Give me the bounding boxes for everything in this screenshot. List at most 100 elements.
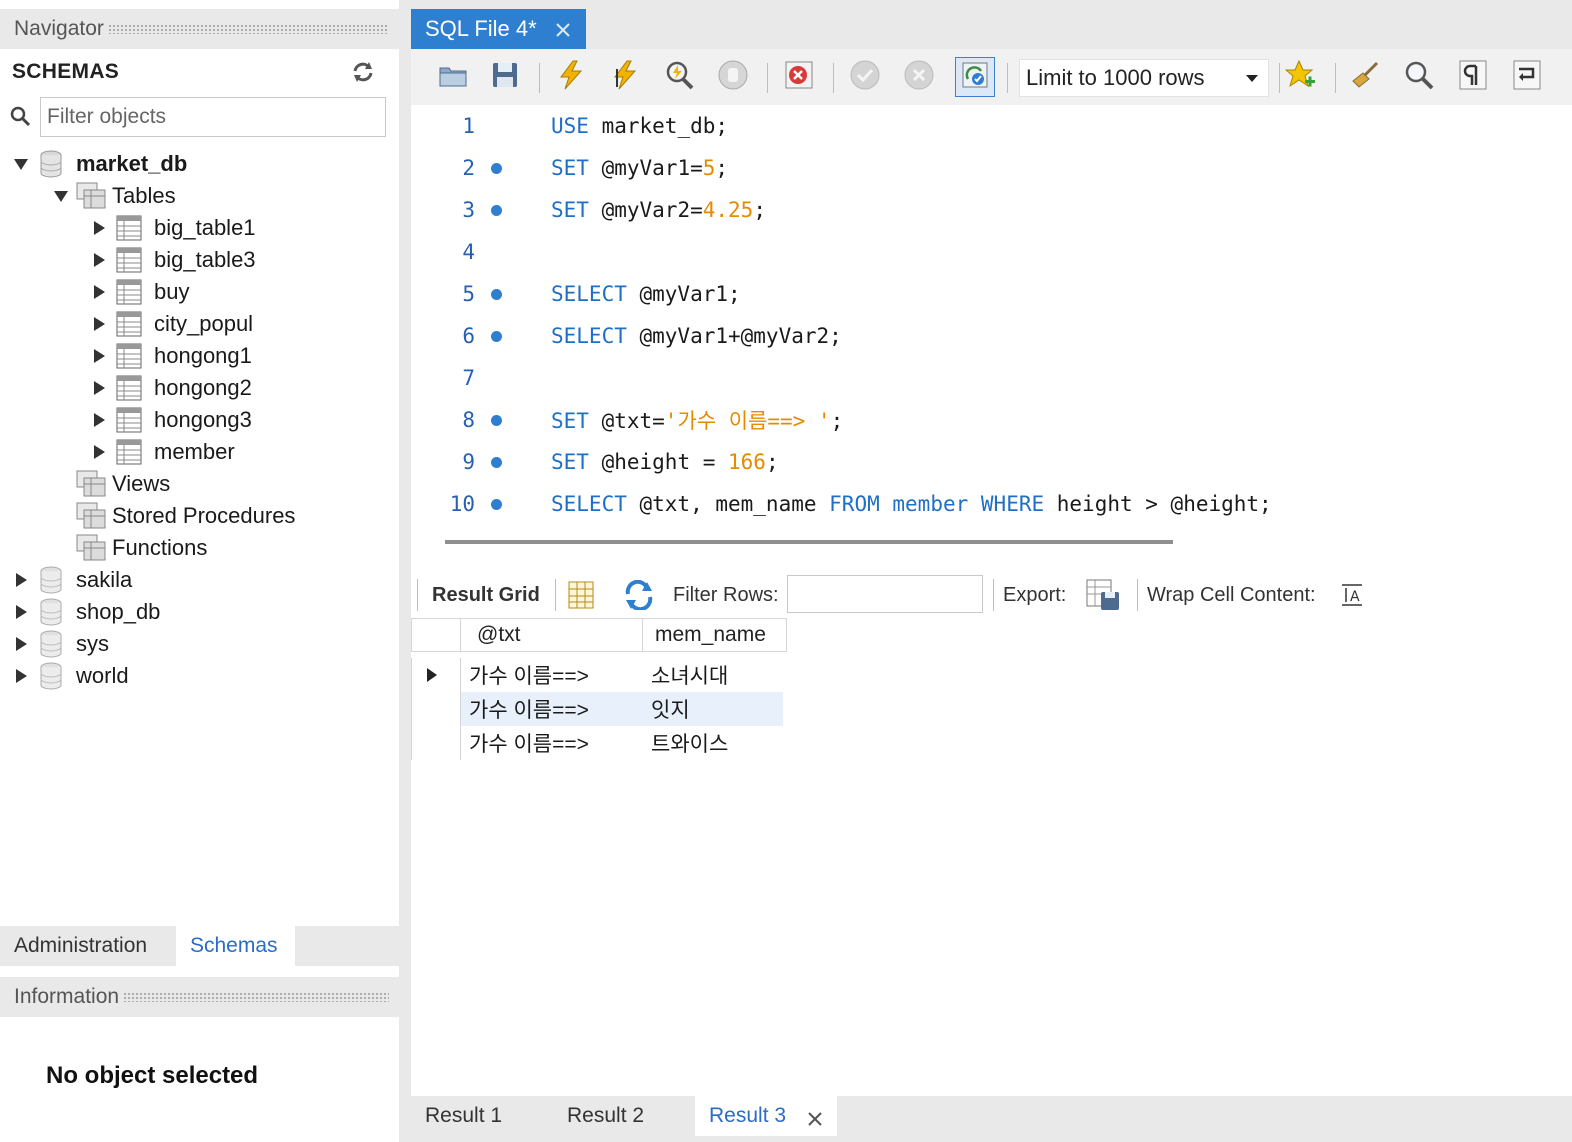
folder-icon bbox=[437, 59, 469, 96]
code-text: SELECT @txt, mem_name FROM member WHERE … bbox=[551, 492, 1272, 516]
tree-item-functions[interactable]: Functions bbox=[76, 532, 207, 564]
rollback-button[interactable] bbox=[901, 59, 937, 95]
tab-result-1[interactable]: Result 1 bbox=[411, 1096, 553, 1136]
expand-right-icon[interactable] bbox=[12, 634, 30, 654]
statement-marker-icon bbox=[491, 415, 502, 426]
lightning-cursor-icon bbox=[609, 59, 641, 96]
expand-down-icon[interactable] bbox=[52, 186, 70, 206]
add-snippet-button[interactable] bbox=[1283, 59, 1319, 95]
tree-item-table[interactable]: big_table1 bbox=[90, 212, 256, 244]
panel-splitter[interactable] bbox=[399, 0, 411, 1142]
refresh-icon[interactable] bbox=[350, 59, 376, 85]
table-row[interactable]: 가수 이름==> 잇지 bbox=[411, 692, 787, 726]
tree-item-views[interactable]: Views bbox=[76, 468, 170, 500]
table-cell[interactable]: 가수 이름==> bbox=[461, 658, 643, 692]
filter-objects-input[interactable] bbox=[40, 97, 386, 137]
expand-right-icon[interactable] bbox=[90, 346, 108, 366]
expand-right-icon[interactable] bbox=[90, 378, 108, 398]
tree-item-table[interactable]: member bbox=[90, 436, 235, 468]
invisible-chars-button[interactable] bbox=[1455, 59, 1491, 95]
tree-item-table[interactable]: buy bbox=[90, 276, 189, 308]
tab-sql-file[interactable]: SQL File 4* bbox=[411, 9, 586, 49]
column-header[interactable]: @txt bbox=[461, 618, 643, 652]
tree-item-table[interactable]: hongong1 bbox=[90, 340, 252, 372]
expand-right-icon[interactable] bbox=[90, 314, 108, 334]
save-button[interactable] bbox=[487, 59, 523, 95]
grid-view-icon[interactable] bbox=[567, 580, 595, 616]
filter-rows-input[interactable] bbox=[787, 575, 983, 613]
code-line[interactable]: 9 SET @height = 166; bbox=[411, 442, 1572, 482]
sql-editor[interactable]: 1 USE market_db; 2 SET @myVar1=5; 3 SET @myVa… bbox=[411, 105, 1572, 527]
tree-item-database[interactable]: shop_db bbox=[12, 596, 160, 628]
tree-item-table[interactable]: hongong2 bbox=[90, 372, 252, 404]
tree-item-database[interactable]: world bbox=[12, 660, 129, 692]
broom-icon bbox=[1349, 59, 1381, 96]
code-line[interactable]: 10 SELECT @txt, mem_name FROM member WHER… bbox=[411, 484, 1572, 524]
code-line[interactable]: 5 SELECT @myVar1; bbox=[411, 274, 1572, 314]
execute-statement-button[interactable] bbox=[607, 59, 643, 95]
beautify-button[interactable] bbox=[1347, 59, 1383, 95]
open-file-button[interactable] bbox=[435, 59, 471, 95]
tree-item-table[interactable]: city_popul bbox=[90, 308, 253, 340]
commit-button[interactable] bbox=[847, 59, 883, 95]
code-line[interactable]: 2 SET @myVar1=5; bbox=[411, 148, 1572, 188]
stop-button[interactable] bbox=[715, 59, 751, 95]
table-cell[interactable]: 소녀시대 bbox=[643, 658, 787, 692]
editor-horizontal-scrollbar[interactable] bbox=[445, 540, 1173, 544]
tree-item-table[interactable]: big_table3 bbox=[90, 244, 256, 276]
table-cell[interactable]: 가수 이름==> bbox=[461, 692, 643, 726]
table-row[interactable]: 가수 이름==> 소녀시대 bbox=[411, 658, 787, 692]
code-line[interactable]: 3 SET @myVar2=4.25; bbox=[411, 190, 1572, 230]
close-icon[interactable] bbox=[554, 19, 572, 37]
wrap-lines-button[interactable] bbox=[1509, 59, 1545, 95]
sql-literal: 5 bbox=[702, 156, 716, 180]
code-line[interactable]: 8 SET @txt='가수 이름==> '; bbox=[411, 400, 1572, 440]
expand-right-icon[interactable] bbox=[90, 218, 108, 238]
find-button[interactable] bbox=[1401, 59, 1437, 95]
expand-right-icon[interactable] bbox=[90, 442, 108, 462]
sql-text: @height = bbox=[588, 450, 729, 474]
row-selector[interactable] bbox=[411, 658, 461, 692]
expand-right-icon[interactable] bbox=[12, 666, 30, 686]
table-row[interactable]: 가수 이름==> 트와이스 bbox=[411, 726, 787, 760]
line-number: 10 bbox=[449, 492, 475, 516]
tree-item-database[interactable]: sys bbox=[12, 628, 109, 660]
tab-administration[interactable]: Administration bbox=[0, 926, 161, 966]
toolbar-separator bbox=[833, 63, 834, 93]
refresh-icon[interactable] bbox=[623, 579, 655, 616]
autocommit-toggle-button[interactable] bbox=[955, 57, 995, 97]
tree-item-database[interactable]: sakila bbox=[12, 564, 132, 596]
table-cell[interactable]: 트와이스 bbox=[643, 726, 787, 760]
code-line[interactable]: 4 bbox=[411, 232, 1572, 272]
tree-item-market-db[interactable]: market_db bbox=[12, 148, 187, 180]
wrap-text-icon[interactable]: A bbox=[1339, 582, 1365, 614]
table-cell[interactable]: 잇지 bbox=[643, 692, 783, 726]
tree-item-table[interactable]: hongong3 bbox=[90, 404, 252, 436]
tab-result-2[interactable]: Result 2 bbox=[553, 1096, 695, 1136]
toggle-error-button[interactable] bbox=[781, 59, 817, 95]
tab-result-3[interactable]: Result 3 bbox=[695, 1096, 837, 1136]
expand-right-icon[interactable] bbox=[12, 570, 30, 590]
expand-right-icon[interactable] bbox=[90, 250, 108, 270]
column-header[interactable]: mem_name bbox=[643, 618, 787, 652]
expand-down-icon[interactable] bbox=[12, 154, 30, 174]
export-icon[interactable] bbox=[1085, 578, 1121, 618]
result-grid-tab[interactable]: Result Grid bbox=[432, 584, 540, 607]
row-selector[interactable] bbox=[411, 692, 461, 726]
execute-button[interactable] bbox=[553, 59, 589, 95]
tree-item-stored-procedures[interactable]: Stored Procedures bbox=[76, 500, 295, 532]
code-line[interactable]: 7 bbox=[411, 358, 1572, 398]
tab-schemas[interactable]: Schemas bbox=[176, 926, 295, 966]
tree-item-tables[interactable]: Tables bbox=[52, 180, 176, 212]
limit-rows-select[interactable]: Limit to 1000 rows bbox=[1019, 59, 1269, 97]
row-selector[interactable] bbox=[411, 726, 461, 760]
expand-right-icon[interactable] bbox=[90, 410, 108, 430]
expand-right-icon[interactable] bbox=[90, 282, 108, 302]
code-line[interactable]: 6 SELECT @myVar1+@myVar2; bbox=[411, 316, 1572, 356]
code-line[interactable]: 1 USE market_db; bbox=[411, 106, 1572, 146]
export-label: Export: bbox=[1003, 584, 1067, 606]
explain-button[interactable] bbox=[661, 59, 697, 95]
table-cell[interactable]: 가수 이름==> bbox=[461, 726, 643, 760]
expand-right-icon[interactable] bbox=[12, 602, 30, 622]
close-icon[interactable] bbox=[807, 1109, 823, 1126]
